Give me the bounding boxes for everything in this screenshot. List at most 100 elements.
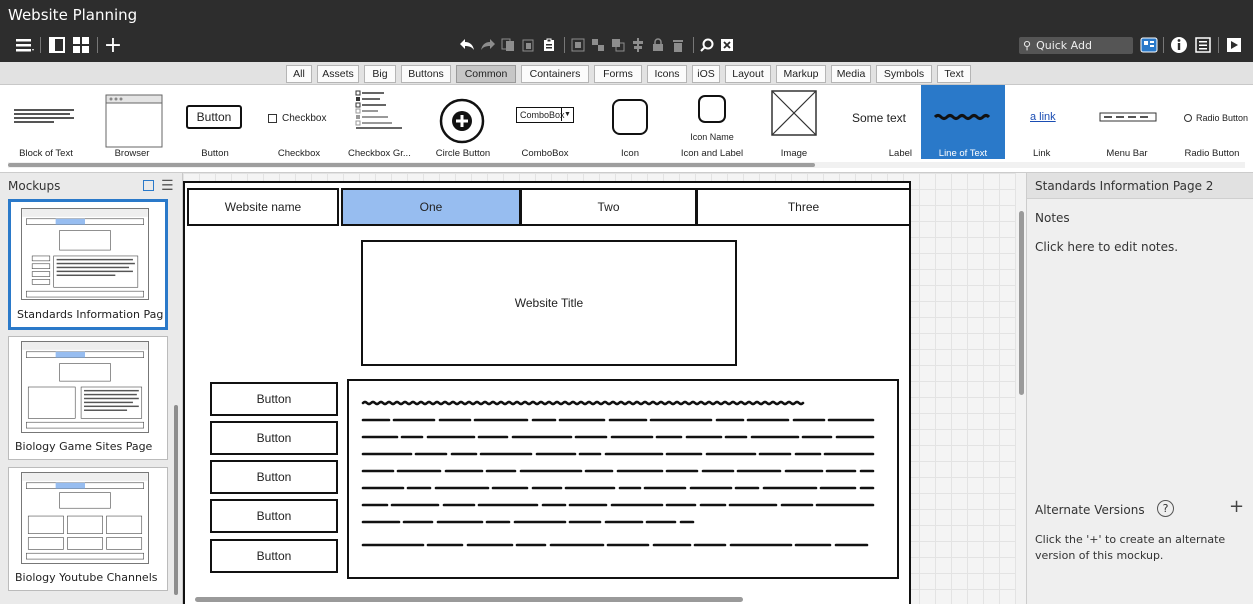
grid-view-icon[interactable]: [70, 34, 92, 56]
main-menu-icon[interactable]: [14, 34, 36, 56]
text-block[interactable]: [347, 379, 899, 579]
thumbnail-view-icon[interactable]: [143, 180, 154, 191]
library-label: Icon and Label: [680, 148, 744, 159]
library-item-browser[interactable]: Browser: [100, 85, 164, 159]
filter-tab-big[interactable]: Big: [364, 65, 396, 83]
menu-bar-preview: [1099, 112, 1157, 122]
nav-tab-three[interactable]: Three: [696, 188, 911, 226]
filter-tab-markup[interactable]: Markup: [776, 65, 826, 83]
paste-icon[interactable]: [520, 36, 536, 54]
library-item-line-of-text[interactable]: Line of Text: [921, 85, 1005, 159]
filter-tab-text[interactable]: Text: [937, 65, 971, 83]
library-item-label[interactable]: Some text Label: [842, 85, 916, 159]
library-item-circle-button[interactable]: Circle Button: [430, 85, 496, 159]
notes-field[interactable]: Click here to edit notes.: [1035, 240, 1245, 254]
redo-icon[interactable]: [479, 35, 497, 55]
single-view-icon[interactable]: [46, 34, 68, 56]
filter-tab-symbols[interactable]: Symbols: [876, 65, 932, 83]
undo-icon[interactable]: [458, 35, 476, 55]
quick-add-input[interactable]: ⚲ Quick Add: [1019, 37, 1133, 54]
filter-tab-forms[interactable]: Forms: [594, 65, 642, 83]
filter-tab-icons[interactable]: Icons: [647, 65, 687, 83]
canvas-vertical-scrollbar[interactable]: [1016, 173, 1026, 604]
properties-panel: Standards Information Page 2 Notes Click…: [1026, 173, 1253, 604]
sketch-button-3[interactable]: Button: [210, 460, 338, 494]
add-alternate-version-icon[interactable]: +: [1229, 496, 1244, 517]
mockup-canvas: Website name One Two Three Website Title…: [183, 173, 1016, 604]
library-item-block-of-text[interactable]: Block of Text: [12, 85, 80, 159]
library-label: Image: [780, 148, 808, 159]
list-view-icon[interactable]: ☰: [161, 178, 174, 194]
canvas-horizontal-scroll-thumb[interactable]: [195, 597, 743, 602]
library-item-link[interactable]: a link Link: [1022, 85, 1068, 159]
library-item-icon[interactable]: Icon: [604, 85, 656, 159]
filter-tab-common[interactable]: Common: [456, 65, 516, 83]
block-of-text-preview: [14, 109, 74, 123]
nav-website-name[interactable]: Website name: [187, 188, 339, 226]
library-item-radio-button[interactable]: Radio Button Radio Button: [1178, 85, 1248, 159]
search-icon[interactable]: [699, 36, 715, 54]
library-item-icon-and-label[interactable]: Icon Name Icon and Label: [676, 85, 748, 159]
mockup-thumbnail-biology-game[interactable]: Biology Game Sites Page: [8, 336, 168, 460]
app-title: Website Planning: [8, 6, 138, 24]
sketch-button-4[interactable]: Button: [210, 499, 338, 533]
library-scroll-thumb[interactable]: [8, 163, 815, 167]
library-scrollbar[interactable]: [8, 162, 1245, 168]
filter-tab-containers[interactable]: Containers: [521, 65, 589, 83]
filter-tab-media[interactable]: Media: [831, 65, 871, 83]
library-label: Checkbox Gr...: [348, 148, 411, 159]
add-mockup-icon[interactable]: +: [102, 33, 124, 58]
image-preview: [771, 90, 817, 136]
sketch-button-5[interactable]: Button: [210, 539, 338, 573]
filter-tab-assets[interactable]: Assets: [317, 65, 359, 83]
canvas-scroll-thumb[interactable]: [1019, 211, 1024, 395]
clipboard-icon[interactable]: [541, 36, 557, 54]
filter-tab-layout[interactable]: Layout: [725, 65, 771, 83]
quick-add-placeholder: Quick Add: [1036, 39, 1092, 52]
group-icon[interactable]: [570, 36, 586, 54]
button-preview: Button: [186, 105, 242, 129]
library-item-checkbox[interactable]: Checkbox Checkbox: [264, 85, 334, 159]
trash-icon[interactable]: [670, 36, 686, 54]
notes-panel-icon[interactable]: [1193, 35, 1213, 55]
library-item-button[interactable]: Button Button: [182, 85, 248, 159]
lock-icon[interactable]: [650, 36, 666, 54]
fullscreen-icon[interactable]: [719, 36, 735, 54]
library-label: Menu Bar: [1106, 148, 1148, 159]
nav-tab-one[interactable]: One: [341, 188, 521, 226]
filter-tab-all[interactable]: All: [286, 65, 312, 83]
library-item-image[interactable]: Image: [768, 85, 820, 159]
info-icon[interactable]: [1169, 35, 1189, 55]
library-item-combobox[interactable]: ComboBox ▼ ComboBox: [510, 85, 580, 159]
bring-front-icon[interactable]: [610, 36, 626, 54]
sketch-button-2[interactable]: Button: [210, 421, 338, 455]
notes-label: Notes: [1035, 211, 1070, 225]
browser-preview: [105, 94, 163, 148]
mockups-scroll-thumb[interactable]: [174, 405, 178, 595]
mockup-preview: [21, 472, 149, 564]
radio-preview: Radio Button: [1184, 113, 1248, 123]
mockup-thumbnail-biology-youtube[interactable]: Biology Youtube Channels: [8, 467, 168, 591]
ungroup-icon[interactable]: [590, 36, 606, 54]
copy-icon[interactable]: [500, 36, 516, 54]
filter-tab-ios[interactable]: iOS: [692, 65, 720, 83]
mockup-caption: Standards Information Page: [17, 308, 163, 321]
top-toolbar: Website Planning + ⚲ Quick Add: [0, 0, 1253, 62]
project-info-icon[interactable]: [1139, 35, 1159, 55]
sketch-button-1[interactable]: Button: [210, 382, 338, 416]
filter-tab-buttons[interactable]: Buttons: [401, 65, 451, 83]
website-title-box[interactable]: Website Title: [361, 240, 737, 366]
combobox-preview-label: ComboBox: [520, 110, 565, 120]
mockup-thumbnail-standards[interactable]: Standards Information Page: [8, 199, 168, 330]
library-item-menu-bar[interactable]: Menu Bar: [1094, 85, 1160, 159]
app-window: Website Planning + ⚲ Quick Add All Asset…: [0, 0, 1253, 604]
help-icon[interactable]: ?: [1157, 500, 1174, 517]
icon-label-preview: [698, 95, 726, 123]
library-label: Icon: [621, 148, 639, 159]
nav-tab-two[interactable]: Two: [520, 188, 697, 226]
align-icon[interactable]: [630, 36, 646, 54]
checkbox-preview: Checkbox: [268, 113, 326, 124]
presentation-icon[interactable]: [1224, 35, 1244, 55]
library-item-checkbox-group[interactable]: Checkbox Gr...: [348, 85, 411, 159]
library-label: Line of Text: [938, 148, 988, 159]
